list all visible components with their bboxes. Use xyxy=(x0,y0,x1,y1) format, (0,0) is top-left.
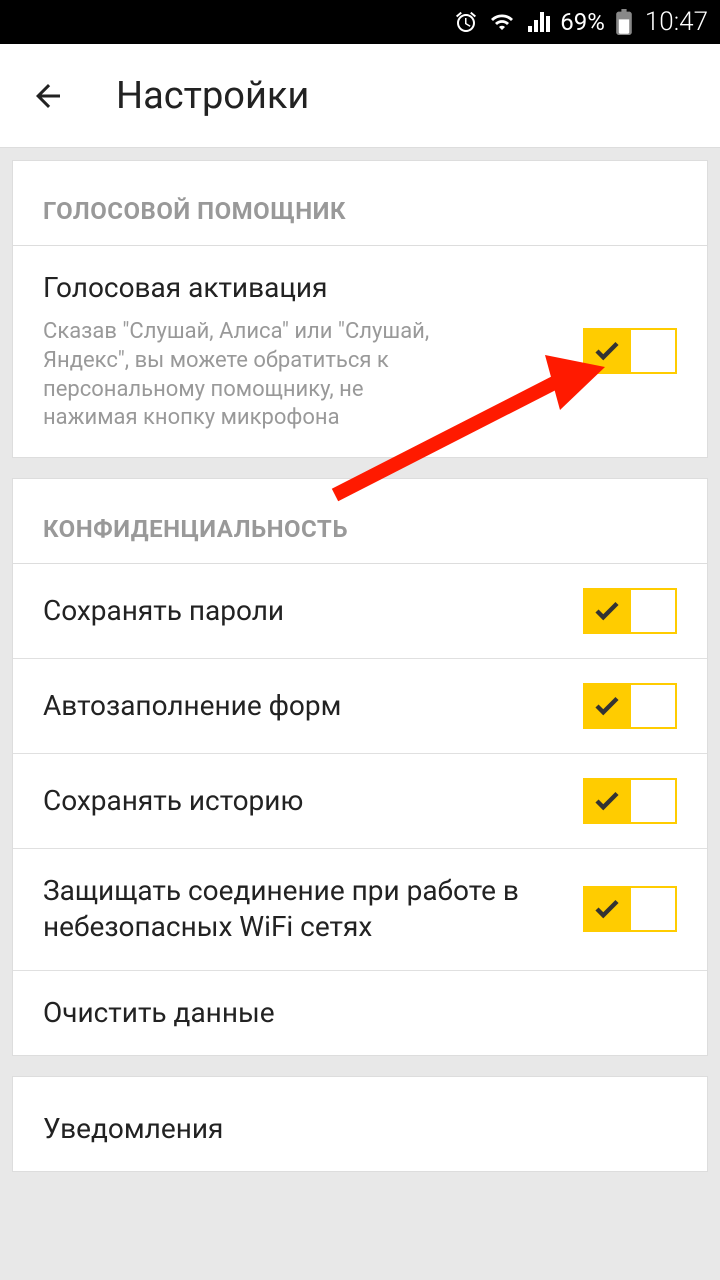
toggle-protect-wifi[interactable] xyxy=(583,886,677,932)
toggle-check-icon xyxy=(585,889,629,929)
setting-text: Голосовая активация Сказав "Слушай, Алис… xyxy=(43,270,583,433)
status-icons: 69% xyxy=(454,8,633,36)
wifi-icon xyxy=(488,10,516,34)
toggle-save-passwords[interactable] xyxy=(583,588,677,634)
setting-label: Автозаполнение форм xyxy=(43,688,341,724)
appbar-title: Настройки xyxy=(116,74,309,118)
toggle-voice-activation[interactable] xyxy=(583,328,677,374)
status-bar: 69% 10:47 xyxy=(0,0,720,44)
setting-notifications[interactable]: Уведомления xyxy=(13,1077,707,1171)
setting-label: Сохранять историю xyxy=(43,783,303,819)
toggle-save-history[interactable] xyxy=(583,778,677,824)
toggle-check-icon xyxy=(585,591,629,631)
content: ГОЛОСОВОЙ ПОМОЩНИК Голосовая активация С… xyxy=(0,148,720,1204)
alarm-icon xyxy=(454,10,478,34)
setting-save-passwords[interactable]: Сохранять пароли xyxy=(13,564,707,659)
setting-label: Уведомления xyxy=(43,1111,223,1147)
battery-percent: 69% xyxy=(560,8,605,36)
section-voice-assistant: ГОЛОСОВОЙ ПОМОЩНИК Голосовая активация С… xyxy=(12,160,708,458)
setting-description: Сказав "Слушай, Алиса" или "Слушай, Янде… xyxy=(43,318,463,432)
arrow-left-icon xyxy=(30,78,66,114)
setting-save-history[interactable]: Сохранять историю xyxy=(13,754,707,849)
battery-icon xyxy=(615,9,633,35)
toggle-thumb xyxy=(631,888,675,930)
toggle-thumb xyxy=(631,590,675,632)
setting-protect-wifi[interactable]: Защищать соединение при работе в небезоп… xyxy=(13,849,707,971)
setting-label: Голосовая активация xyxy=(43,270,583,306)
setting-label: Защищать соединение при работе в небезоп… xyxy=(43,873,523,946)
section-notifications: Уведомления xyxy=(12,1076,708,1172)
section-privacy: КОНФИДЕНЦИАЛЬНОСТЬ Сохранять пароли Авто… xyxy=(12,478,708,1056)
section-header: ГОЛОСОВОЙ ПОМОЩНИК xyxy=(13,161,707,246)
section-header: КОНФИДЕНЦИАЛЬНОСТЬ xyxy=(13,479,707,564)
back-button[interactable] xyxy=(30,78,66,114)
toggle-thumb xyxy=(631,330,675,372)
appbar: Настройки xyxy=(0,44,720,148)
toggle-autofill[interactable] xyxy=(583,683,677,729)
signal-icon xyxy=(526,10,550,34)
setting-label: Сохранять пароли xyxy=(43,593,284,629)
toggle-thumb xyxy=(631,780,675,822)
status-time: 10:47 xyxy=(645,7,708,37)
setting-voice-activation[interactable]: Голосовая активация Сказав "Слушай, Алис… xyxy=(13,246,707,457)
setting-label: Очистить данные xyxy=(43,995,275,1031)
toggle-check-icon xyxy=(585,331,629,371)
toggle-check-icon xyxy=(585,781,629,821)
setting-clear-data[interactable]: Очистить данные xyxy=(13,971,707,1055)
toggle-thumb xyxy=(631,685,675,727)
setting-autofill[interactable]: Автозаполнение форм xyxy=(13,659,707,754)
toggle-check-icon xyxy=(585,686,629,726)
